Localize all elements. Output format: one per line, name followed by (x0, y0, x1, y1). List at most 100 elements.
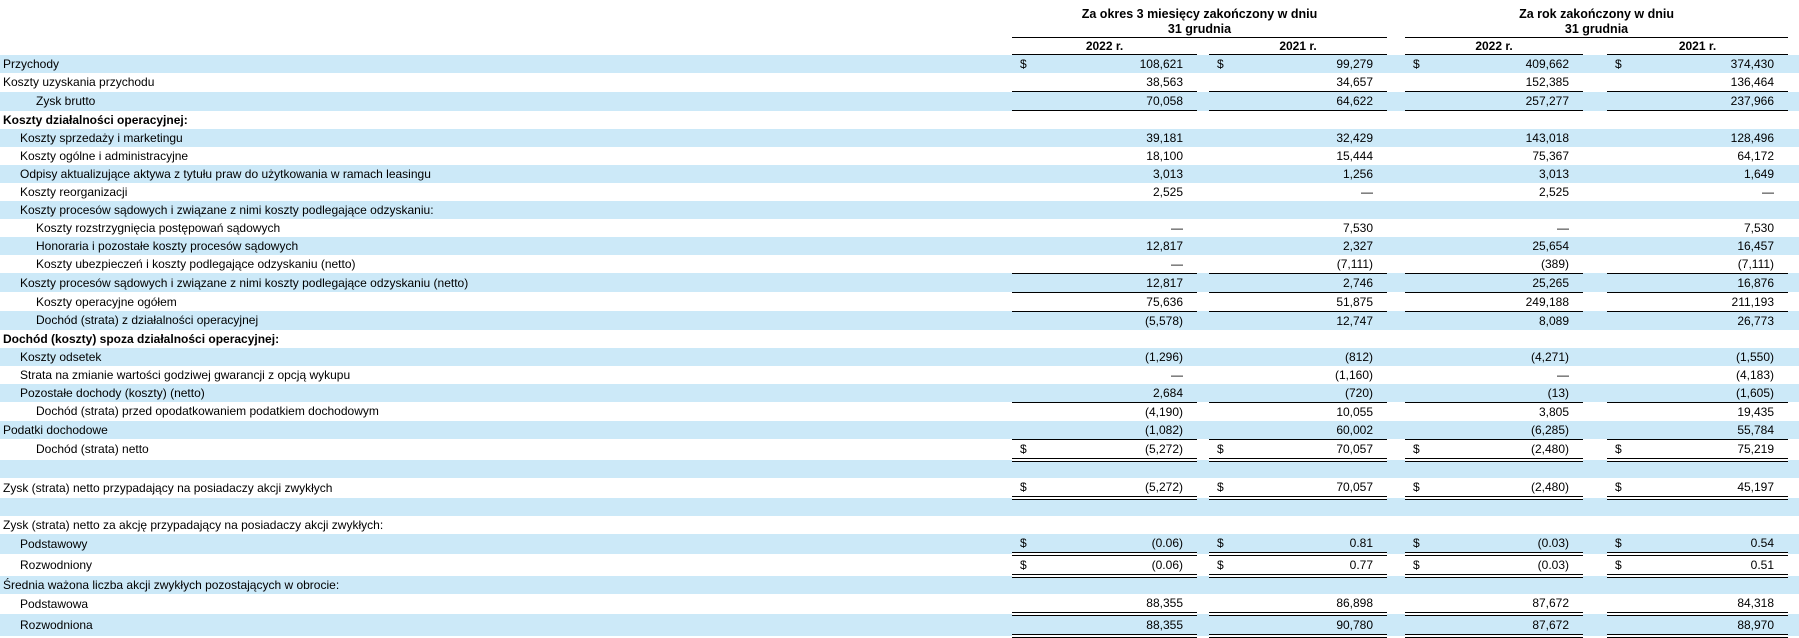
value-cell: 84,318 (1607, 594, 1788, 614)
cell-value: 12,817 (1146, 276, 1183, 290)
table-row: Koszty reorganizacji2,525—2,525— (0, 183, 1799, 201)
cell-value: 0.54 (1751, 536, 1774, 550)
table-row: Koszty odsetek(1,296)(812)(4,271)(1,550) (0, 348, 1799, 366)
column-gap (1788, 165, 1799, 183)
column-gap (1197, 421, 1209, 440)
cell-value: (5,272) (1145, 442, 1183, 456)
cell-value: 0.77 (1350, 558, 1373, 572)
cell-value: 38,563 (1146, 75, 1183, 89)
cell-value: 32,429 (1336, 131, 1373, 145)
value-cell: — (1012, 366, 1197, 384)
value-cell: (4,190) (1012, 402, 1197, 421)
column-gap (1583, 421, 1607, 440)
header-spacer (1788, 38, 1799, 55)
cell-value: 3,805 (1539, 405, 1569, 419)
value-cell: $45,197 (1607, 478, 1788, 498)
cell-value: — (1171, 257, 1183, 271)
cell-value: 70,057 (1336, 480, 1373, 494)
column-gap (1583, 348, 1607, 366)
row-label: Dochód (strata) z działalności operacyjn… (0, 311, 1012, 330)
column-gap (1788, 366, 1799, 384)
value-cell: 15,444 (1209, 147, 1387, 165)
column-gap (1583, 402, 1607, 421)
column-gap (1387, 237, 1405, 255)
column-gap (1197, 576, 1209, 594)
row-label: Pozostałe dochody (koszty) (netto) (0, 384, 1012, 403)
period-group-subtitle: 31 grudnia (1012, 22, 1387, 37)
column-gap (1197, 255, 1209, 274)
column-gap (1788, 594, 1799, 614)
value-cell (1012, 330, 1197, 348)
cell-value: 90,780 (1336, 618, 1373, 632)
cell-value: 12,747 (1336, 314, 1373, 328)
cell-value: 87,672 (1532, 596, 1569, 610)
column-gap (1788, 55, 1799, 74)
value-cell: 2,327 (1209, 237, 1387, 255)
spacer-row (0, 498, 1799, 516)
column-gap (1788, 576, 1799, 594)
column-gap (1583, 534, 1607, 554)
column-gap (1387, 478, 1405, 498)
cell-value: (6,285) (1531, 423, 1569, 437)
value-cell: 51,875 (1209, 292, 1387, 311)
value-cell: (1,296) (1012, 348, 1197, 366)
column-gap (1387, 614, 1405, 636)
value-cell: (7,111) (1607, 255, 1788, 274)
value-cell: 2,684 (1012, 384, 1197, 403)
value-cell: 34,657 (1209, 73, 1387, 92)
header-spacer (1387, 3, 1405, 38)
row-label: Koszty procesów sądowych i związane z ni… (0, 201, 1012, 219)
value-cell (1012, 111, 1197, 129)
cell-value: 249,188 (1526, 295, 1569, 309)
column-gap (1197, 111, 1209, 129)
column-gap (1583, 516, 1607, 534)
value-cell: (1,550) (1607, 348, 1788, 366)
column-gap (1788, 183, 1799, 201)
column-gap (1583, 460, 1607, 478)
column-gap (1197, 273, 1209, 292)
value-cell: 12,747 (1209, 311, 1387, 330)
value-cell: (812) (1209, 348, 1387, 366)
column-gap (1387, 384, 1405, 403)
value-cell: (6,285) (1405, 421, 1583, 440)
column-gap (1788, 614, 1799, 636)
column-gap (1387, 516, 1405, 534)
column-gap (1387, 219, 1405, 237)
currency-symbol: $ (1020, 55, 1027, 73)
value-cell (1405, 201, 1583, 219)
row-label: Koszty reorganizacji (0, 183, 1012, 201)
table-row: Dochód (koszty) spoza działalności opera… (0, 330, 1799, 348)
cell-value: 75,219 (1737, 442, 1774, 456)
column-gap (1788, 111, 1799, 129)
value-cell: $(0.06) (1012, 534, 1197, 554)
currency-symbol: $ (1615, 556, 1622, 574)
currency-symbol: $ (1413, 440, 1420, 458)
cell-value: 25,265 (1532, 276, 1569, 290)
value-cell: 10,055 (1209, 402, 1387, 421)
column-gap (1583, 55, 1607, 74)
column-gap (1197, 311, 1209, 330)
cell-value: (13) (1548, 386, 1569, 400)
column-gap (1197, 554, 1209, 576)
table-row: Pozostałe dochody (koszty) (netto)2,684 (… (0, 384, 1799, 403)
value-cell: $(0.03) (1405, 554, 1583, 576)
value-cell: 152,385 (1405, 73, 1583, 92)
table-row: Koszty ubezpieczeń i koszty podlegające … (0, 255, 1799, 274)
column-gap (1788, 219, 1799, 237)
cell-value: 70,058 (1146, 94, 1183, 108)
column-gap (1583, 478, 1607, 498)
column-gap (1387, 460, 1405, 478)
cell-value: 108,621 (1140, 57, 1183, 71)
cell-value: 25,654 (1532, 239, 1569, 253)
value-cell: 128,496 (1607, 129, 1788, 147)
income-statement-table: Za okres 3 miesięcy zakończony w dniu 31… (0, 3, 1799, 638)
column-gap (1788, 92, 1799, 111)
table-row: Podstawowa88,35586,89887,67284,318 (0, 594, 1799, 614)
column-gap (1788, 292, 1799, 311)
value-cell: $108,621 (1012, 55, 1197, 74)
table-row: Koszty procesów sądowych i związane z ni… (0, 273, 1799, 292)
value-cell (1405, 460, 1583, 478)
currency-symbol: $ (1615, 478, 1622, 496)
cell-value: 3,013 (1539, 167, 1569, 181)
cell-value: 1,256 (1343, 167, 1373, 181)
